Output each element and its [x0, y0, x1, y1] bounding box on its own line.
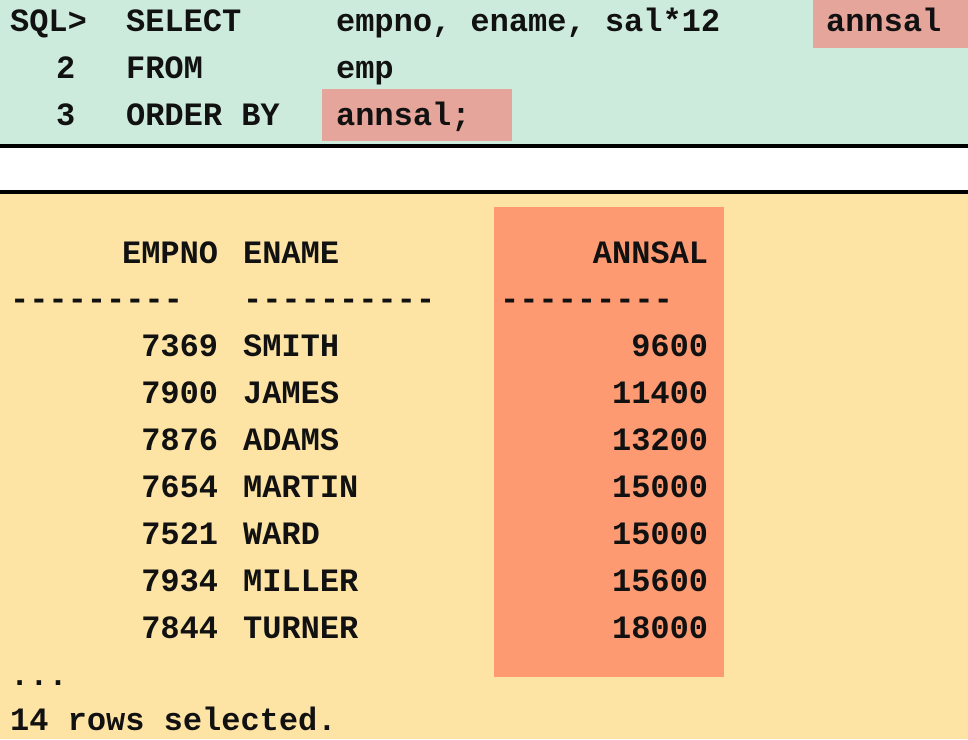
cell-annsal: 15600: [611, 564, 708, 601]
cell-annsal: 15000: [611, 470, 708, 507]
line-number-2: 2: [56, 51, 76, 88]
header-annsal: ANNSAL: [592, 236, 708, 273]
order-by-column: annsal;: [336, 98, 471, 135]
select-columns: empno, ename, sal*12: [336, 4, 721, 41]
cell-empno: 7844: [141, 611, 218, 648]
header-ename: ENAME: [243, 236, 340, 273]
cell-ename: MILLER: [243, 564, 359, 601]
cell-ename: WARD: [243, 517, 320, 554]
cell-ename: MARTIN: [243, 470, 359, 507]
header-empno: EMPNO: [121, 236, 218, 273]
keyword-order-by: ORDER BY: [126, 98, 280, 135]
cell-empno: 7900: [141, 376, 218, 413]
gap: [0, 148, 968, 190]
cell-annsal: 15000: [611, 517, 708, 554]
keyword-select: SELECT: [126, 4, 242, 41]
sql-prompt: SQL>: [10, 4, 87, 41]
from-table: emp: [336, 51, 394, 88]
cell-ename: JAMES: [243, 376, 340, 413]
cell-empno: 7876: [141, 423, 218, 460]
cell-ename: ADAMS: [243, 423, 340, 460]
rows-selected-footer: 14 rows selected.: [10, 703, 337, 740]
cell-annsal: 11400: [611, 376, 708, 413]
dashes-empno: ---------: [10, 282, 183, 319]
select-alias: annsal: [826, 4, 942, 41]
cell-annsal: 18000: [611, 611, 708, 648]
query-result-panel: [0, 194, 968, 739]
cell-annsal: 9600: [631, 329, 708, 366]
line-number-3: 3: [56, 98, 76, 135]
cell-ename: SMITH: [243, 329, 340, 366]
cell-empno: 7521: [141, 517, 218, 554]
ellipsis: ...: [10, 658, 68, 695]
dashes-ename: ----------: [243, 282, 436, 319]
cell-empno: 7934: [141, 564, 218, 601]
keyword-from: FROM: [126, 51, 203, 88]
cell-empno: 7654: [141, 470, 218, 507]
dashes-annsal: ---------: [500, 282, 673, 319]
cell-annsal: 13200: [611, 423, 708, 460]
cell-empno: 7369: [141, 329, 218, 366]
cell-ename: TURNER: [243, 611, 359, 648]
